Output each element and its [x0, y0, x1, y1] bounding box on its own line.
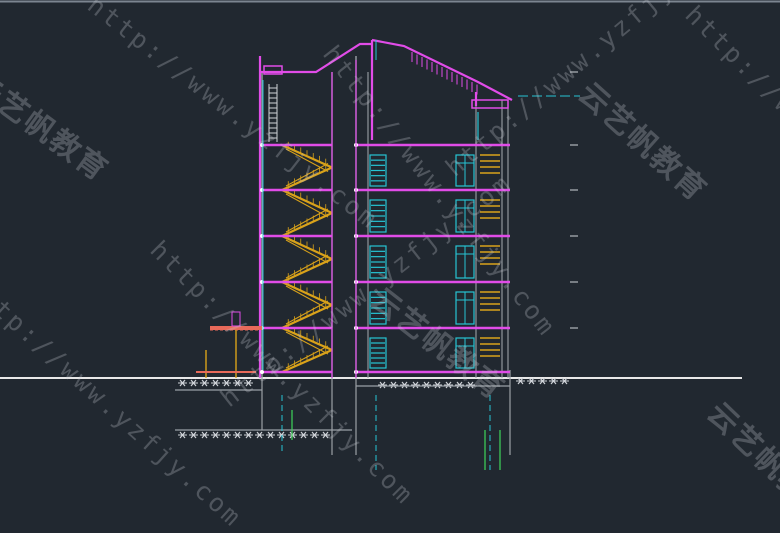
- slab-node-0: [260, 370, 264, 374]
- cad-drawing-canvas: [0, 0, 780, 470]
- foundation-dashes: [281, 395, 491, 470]
- central-shaft: [261, 56, 357, 378]
- roof-access-ladder: [268, 84, 278, 142]
- roof-tiles: [411, 52, 478, 95]
- stair-flights: [281, 141, 333, 374]
- balcony-railings: [477, 112, 500, 357]
- entrance-canopy: [196, 311, 262, 378]
- elevation-ticks: [570, 71, 578, 329]
- right-facade: [367, 72, 509, 378]
- soil-hatch-basement: [178, 431, 330, 439]
- soil-hatch-left: [178, 379, 253, 387]
